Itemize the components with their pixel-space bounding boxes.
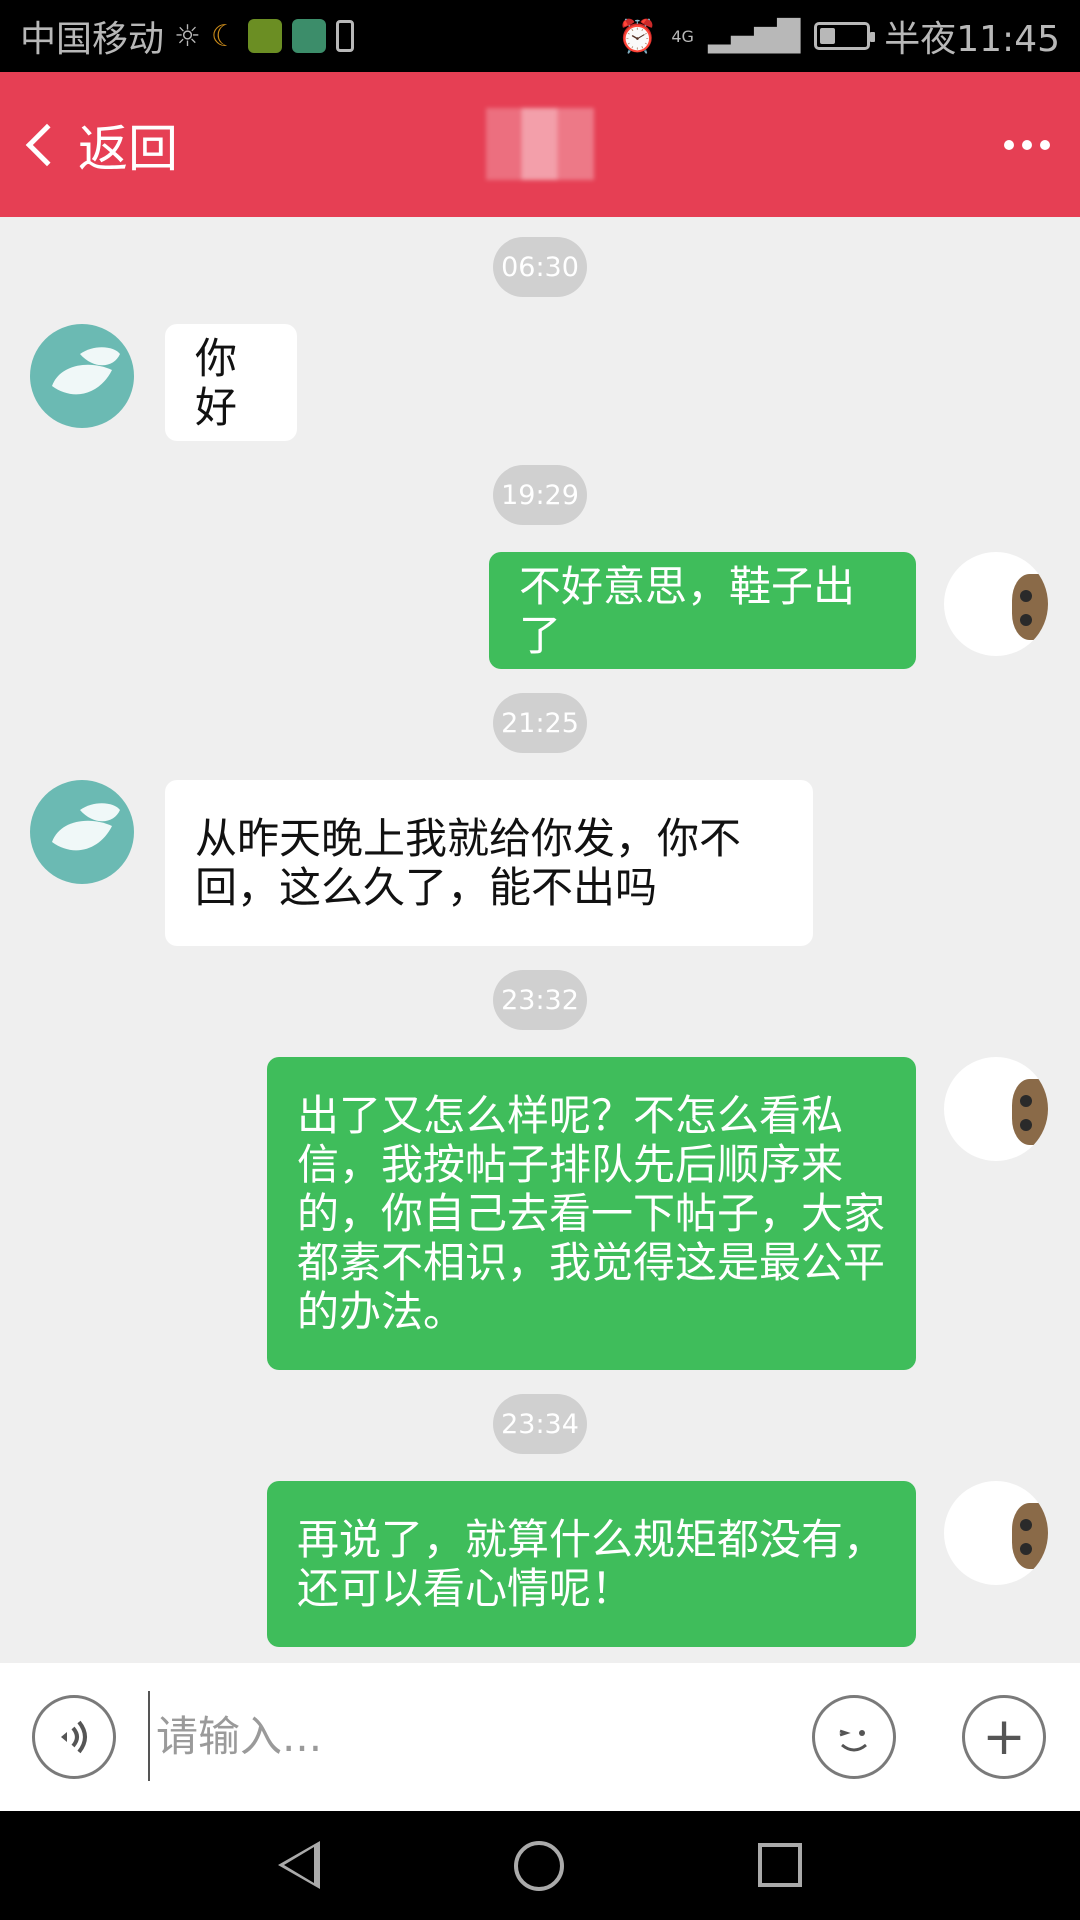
app-icon-1 — [247, 19, 282, 53]
chat-header: 返回 — [0, 72, 1080, 217]
more-dot — [1022, 139, 1032, 150]
chevron-left-icon — [25, 123, 69, 166]
message-text: 出了又怎么样呢？不怎么看私 信，我按帖子排队先后顺序来 的，你自己去看一下帖子，… — [297, 1091, 885, 1336]
timestamp-pill: 06:30 — [493, 237, 587, 297]
back-button[interactable]: 返回 — [20, 109, 178, 181]
contact-name-blurred — [486, 108, 594, 180]
status-left: 中国移动 ☼ ☾ — [20, 10, 354, 62]
message-line: 再说了，就算什么规矩都没有， — [297, 1515, 886, 1564]
timestamp-pill: 23:32 — [493, 970, 587, 1030]
more-dot — [1004, 139, 1014, 150]
plus-button[interactable]: + — [962, 1695, 1046, 1779]
timestamp-pill: 23:34 — [493, 1394, 587, 1454]
status-right: ⏰ 4G ▂▄▆█ 半夜11:45 — [618, 10, 1060, 62]
incoming-message[interactable]: 从昨天晚上我就给你发，你不 回，这么久了，能不出吗 — [165, 780, 813, 946]
message-line: 还可以看心情呢！ — [297, 1564, 634, 1613]
battery-icon — [814, 22, 876, 50]
outgoing-message[interactable]: 不好意思，鞋子出了 — [489, 552, 916, 669]
contact-avatar[interactable] — [30, 780, 134, 884]
timestamp-pill: 19:29 — [493, 465, 587, 525]
voice-button[interactable] — [32, 1695, 116, 1779]
leaf-icon — [52, 803, 120, 851]
recent-square-icon[interactable] — [758, 1843, 802, 1887]
alarm-icon: ⏰ — [617, 17, 658, 55]
carrier-label: 中国移动 — [20, 19, 165, 60]
message-list[interactable]: 06:30 你好 19:29 不好意思，鞋子出了 21:25 从昨天晚上我就给你… — [0, 217, 1080, 1663]
input-bar: + — [0, 1663, 1080, 1811]
emoji-icon — [839, 1729, 867, 1752]
clock: 半夜11:45 — [884, 19, 1060, 60]
message-text: 再说了，就算什么规矩都没有， 还可以看心情呢！ — [297, 1515, 885, 1613]
timestamp-pill: 21:25 — [493, 693, 587, 753]
message-text: 不好意思，鞋子出了 — [519, 561, 856, 660]
signal-icon: ▂▄▆█ — [707, 18, 801, 54]
plus-icon: + — [982, 1707, 1026, 1767]
message-line: 都素不相识，我觉得这是最公平 — [297, 1238, 886, 1287]
cat-icon — [1012, 1079, 1048, 1145]
message-text: 从昨天晚上我就给你发，你不 回，这么久了，能不出吗 — [195, 814, 741, 912]
incoming-message[interactable]: 你好 — [165, 324, 297, 441]
message-line: 从昨天晚上我就给你发，你不 — [195, 814, 742, 863]
my-avatar[interactable] — [944, 1481, 1048, 1585]
brightness-icon: ☼ — [174, 18, 201, 54]
back-triangle-icon[interactable] — [278, 1841, 320, 1889]
message-input[interactable] — [148, 1691, 788, 1781]
app-icon-2 — [291, 19, 326, 53]
battery-fill — [820, 28, 836, 44]
outgoing-message[interactable]: 出了又怎么样呢？不怎么看私 信，我按帖子排队先后顺序来 的，你自己去看一下帖子，… — [267, 1057, 916, 1370]
message-line: 的，你自己去看一下帖子，大家 — [297, 1189, 886, 1238]
contact-avatar[interactable] — [30, 324, 134, 428]
moon-icon: ☾ — [210, 18, 238, 54]
message-line: 的办法。 — [297, 1287, 466, 1336]
message-line: 信，我按帖子排队先后顺序来 — [297, 1140, 844, 1189]
status-bar: 中国移动 ☼ ☾ ⏰ 4G ▂▄▆█ 半夜11:45 — [0, 0, 1080, 72]
more-dot — [1040, 139, 1050, 150]
my-avatar[interactable] — [944, 1057, 1048, 1161]
my-avatar[interactable] — [944, 552, 1048, 656]
message-line: 出了又怎么样呢？不怎么看私 — [297, 1091, 844, 1140]
clipboard-icon — [335, 20, 354, 52]
cat-icon — [1012, 574, 1048, 640]
outgoing-message[interactable]: 再说了，就算什么规矩都没有， 还可以看心情呢！ — [267, 1481, 916, 1647]
back-label: 返回 — [78, 119, 178, 178]
more-button[interactable] — [994, 130, 1060, 160]
system-nav-bar — [0, 1811, 1080, 1920]
voice-icon — [61, 1720, 87, 1754]
message-text: 你好 — [195, 333, 238, 432]
cat-icon — [1012, 1503, 1048, 1569]
message-line: 回，这么久了，能不出吗 — [195, 863, 658, 912]
emoji-button[interactable] — [812, 1695, 896, 1779]
network-type: 4G — [671, 26, 694, 46]
leaf-icon — [52, 347, 120, 395]
home-circle-icon[interactable] — [514, 1841, 564, 1891]
chat-screen: 中国移动 ☼ ☾ ⏰ 4G ▂▄▆█ 半夜11:45 返回 06:30 你好 1… — [0, 0, 1080, 1920]
